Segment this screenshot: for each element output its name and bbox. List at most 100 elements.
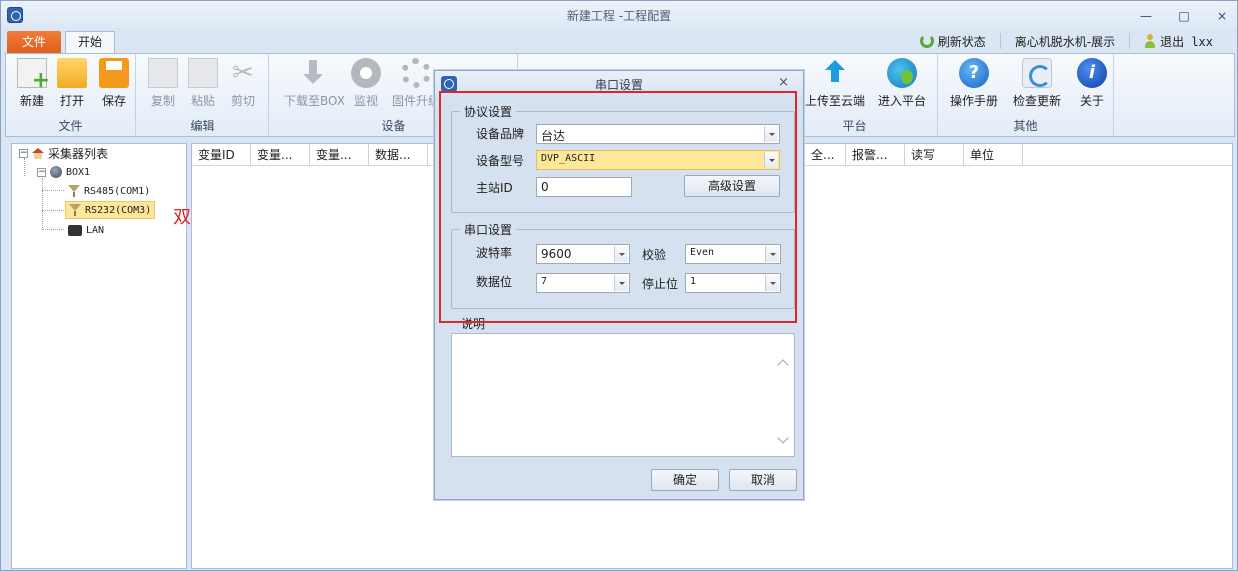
parity-select[interactable]: Even: [685, 244, 781, 264]
tree-node-rs485-label: RS485(COM1): [84, 185, 151, 197]
collapse-icon[interactable]: −: [19, 148, 28, 158]
tree-node-box1[interactable]: − BOX1: [37, 163, 90, 181]
save-disk-icon: [99, 58, 129, 88]
copy-icon: [148, 58, 178, 88]
protocol-legend: 协议设置: [460, 103, 517, 120]
stop-bits-select[interactable]: 1: [685, 273, 781, 293]
logout-label: 退出 lxx: [1160, 34, 1213, 49]
tree-node-box1-label: BOX1: [66, 166, 91, 178]
open-button[interactable]: 打开: [50, 58, 94, 109]
column-header[interactable]: 报警...: [846, 144, 905, 166]
tab-file[interactable]: 文件: [7, 31, 61, 53]
help-icon: ?: [959, 58, 989, 88]
chevron-down-icon[interactable]: [765, 275, 779, 291]
about-button-label: 关于: [1079, 94, 1104, 108]
data-bits-value: 7: [541, 276, 548, 287]
refresh-status-button[interactable]: 刷新状态: [906, 33, 1001, 49]
folder-open-icon: [57, 58, 87, 88]
tree-node-rs232[interactable]: RS232(COM3): [65, 201, 156, 219]
station-id-input[interactable]: 0: [536, 177, 632, 197]
chevron-down-icon[interactable]: [764, 126, 778, 142]
collapse-icon[interactable]: −: [37, 167, 46, 177]
main-window: 新建工程 -工程配置 — □ × 文件 开始 刷新状态 离心机脱水机-展示 退出…: [0, 0, 1238, 571]
collector-tree: − 采集器列表 − BOX1 RS485(COM1) RS232(COM3) L…: [11, 143, 187, 569]
project-name[interactable]: 离心机脱水机-展示: [1001, 33, 1131, 49]
enter-platform-button[interactable]: 进入平台: [876, 58, 928, 109]
column-header[interactable]: 全...: [804, 144, 846, 166]
column-header[interactable]: 变量ID: [192, 144, 251, 166]
download-button-label: 下载至BOX: [284, 94, 345, 108]
upload-button-label: 上传至云端: [804, 94, 865, 108]
close-icon[interactable]: ×: [1215, 9, 1229, 23]
copy-button[interactable]: 复制: [141, 58, 185, 109]
dialog-close-icon[interactable]: ×: [778, 75, 789, 90]
download-to-box-button[interactable]: 下载至BOX: [284, 58, 345, 109]
enter-platform-label: 进入平台: [877, 94, 926, 108]
description-textarea[interactable]: [451, 333, 795, 457]
serial-legend: 串口设置: [460, 221, 517, 238]
advanced-settings-button[interactable]: 高级设置: [684, 175, 780, 197]
gear-icon: [401, 58, 431, 88]
scroll-down-icon[interactable]: [779, 434, 789, 444]
cut-button-label: 剪切: [230, 94, 255, 108]
download-arrow-icon: [298, 58, 328, 88]
cancel-button[interactable]: 取消: [729, 469, 797, 491]
ribbon-group-other: ? 操作手册 检查更新 i 关于 其他: [938, 54, 1114, 136]
brand-value: 台达: [541, 129, 566, 143]
column-header[interactable]: 变量...: [310, 144, 369, 166]
paste-button[interactable]: 粘贴: [181, 58, 225, 109]
eye-icon: [351, 58, 381, 88]
tree-node-rs485[interactable]: RS485(COM1): [68, 182, 150, 200]
ok-button[interactable]: 确定: [651, 469, 719, 491]
station-id-label: 主站ID: [476, 181, 513, 195]
paste-button-label: 粘贴: [190, 94, 215, 108]
logout-button[interactable]: 退出 lxx: [1130, 33, 1227, 49]
check-update-button[interactable]: 检查更新: [1010, 58, 1064, 109]
ribbon-group-file: 新建 打开 保存 文件: [6, 54, 136, 136]
save-button[interactable]: 保存: [92, 58, 136, 109]
serial-port-icon: [68, 185, 80, 197]
manual-button[interactable]: ? 操作手册: [948, 58, 1000, 109]
minimize-icon[interactable]: —: [1139, 9, 1153, 23]
open-button-label: 打开: [59, 94, 84, 108]
model-select[interactable]: DVP_ASCII: [536, 150, 780, 170]
column-header[interactable]: 读写: [905, 144, 964, 166]
check-update-label: 检查更新: [1012, 94, 1061, 108]
ribbon-group-edit: 复制 粘贴 ✂ 剪切 编辑: [137, 54, 269, 136]
refresh-icon: [919, 34, 934, 48]
tree-root[interactable]: − 采集器列表: [19, 144, 108, 162]
copy-button-label: 复制: [150, 94, 175, 108]
maximize-icon[interactable]: □: [1177, 9, 1191, 23]
data-bits-select[interactable]: 7: [536, 273, 630, 293]
about-button[interactable]: i 关于: [1070, 58, 1114, 109]
monitor-button[interactable]: 监视: [344, 58, 388, 109]
cut-button[interactable]: ✂ 剪切: [221, 58, 265, 109]
tab-start[interactable]: 开始: [65, 31, 115, 54]
title-bar: 新建工程 -工程配置 — □ ×: [1, 1, 1237, 29]
tree-node-lan-label: LAN: [86, 224, 105, 236]
paste-icon: [188, 58, 218, 88]
baud-rate-select[interactable]: 9600: [536, 244, 630, 264]
model-value: DVP_ASCII: [541, 153, 596, 164]
new-button[interactable]: 新建: [10, 58, 54, 109]
group-label-file: 文件: [58, 119, 83, 133]
tree-node-lan[interactable]: LAN: [68, 221, 104, 239]
upload-to-cloud-button[interactable]: 上传至云端: [804, 58, 866, 109]
column-header[interactable]: 变量...: [251, 144, 310, 166]
model-label: 设备型号: [476, 154, 525, 168]
manual-button-label: 操作手册: [949, 94, 998, 108]
column-header[interactable]: 数据...: [369, 144, 428, 166]
scroll-up-icon[interactable]: [779, 358, 789, 368]
chevron-down-icon[interactable]: [614, 246, 628, 262]
monitor-button-label: 监视: [353, 94, 378, 108]
chevron-down-icon[interactable]: [765, 246, 779, 262]
ribbon-tab-bar: 文件 开始 刷新状态 离心机脱水机-展示 退出 lxx: [1, 29, 1237, 54]
chevron-down-icon[interactable]: [614, 275, 628, 291]
parity-value: Even: [690, 247, 715, 258]
update-icon: [1022, 58, 1052, 88]
chevron-down-icon[interactable]: [764, 152, 778, 168]
brand-select[interactable]: 台达: [536, 124, 780, 144]
column-header[interactable]: 单位: [964, 144, 1023, 166]
serial-settings-group: 串口设置 波特率 9600 校验 Even 数据位 7 停止位 1: [451, 221, 795, 309]
serial-port-icon: [69, 204, 81, 216]
